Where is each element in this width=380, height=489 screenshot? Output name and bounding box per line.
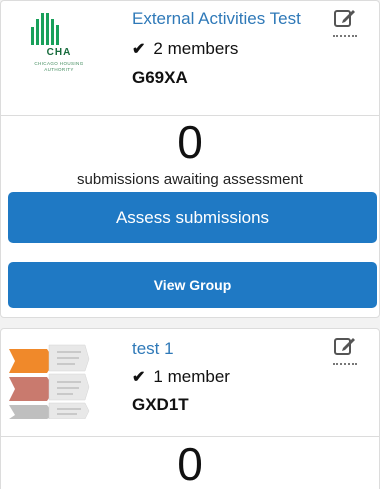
diagram-thumbnail-icon	[9, 344, 90, 419]
logo-wordmark: CHA	[46, 47, 72, 58]
group-code: GXD1T	[132, 395, 189, 414]
submission-count: 0	[177, 438, 203, 489]
view-group-button[interactable]: View Group	[8, 262, 377, 308]
submission-count-label: submissions awaiting assessment	[77, 171, 303, 188]
submission-count: 0	[177, 116, 203, 168]
group-card: test 1 ✔ 1 member GXD1T 0	[0, 328, 380, 489]
group-title-link[interactable]: External Activities Test	[132, 9, 301, 29]
group-card-header: CHA CHICAGO HOUSING AUTHORITY External A…	[1, 1, 379, 116]
group-card-header: test 1 ✔ 1 member GXD1T	[1, 329, 379, 437]
groups-list: CHA CHICAGO HOUSING AUTHORITY External A…	[0, 0, 380, 489]
check-icon: ✔	[132, 369, 146, 386]
group-card: CHA CHICAGO HOUSING AUTHORITY External A…	[0, 0, 380, 318]
group-code: G69XA	[132, 68, 188, 87]
logo-subtitle: CHICAGO HOUSING AUTHORITY	[34, 61, 84, 72]
edit-icon[interactable]	[333, 7, 359, 37]
member-count: ✔ 1 member	[132, 367, 230, 386]
edit-icon[interactable]	[333, 335, 359, 365]
assess-submissions-button[interactable]: Assess submissions	[8, 192, 377, 243]
group-title-link[interactable]: test 1	[132, 339, 174, 359]
group-thumbnail	[9, 337, 109, 419]
group-thumbnail: CHA CHICAGO HOUSING AUTHORITY	[9, 9, 109, 89]
check-icon: ✔	[132, 41, 146, 58]
member-count: ✔ 2 members	[132, 39, 239, 58]
